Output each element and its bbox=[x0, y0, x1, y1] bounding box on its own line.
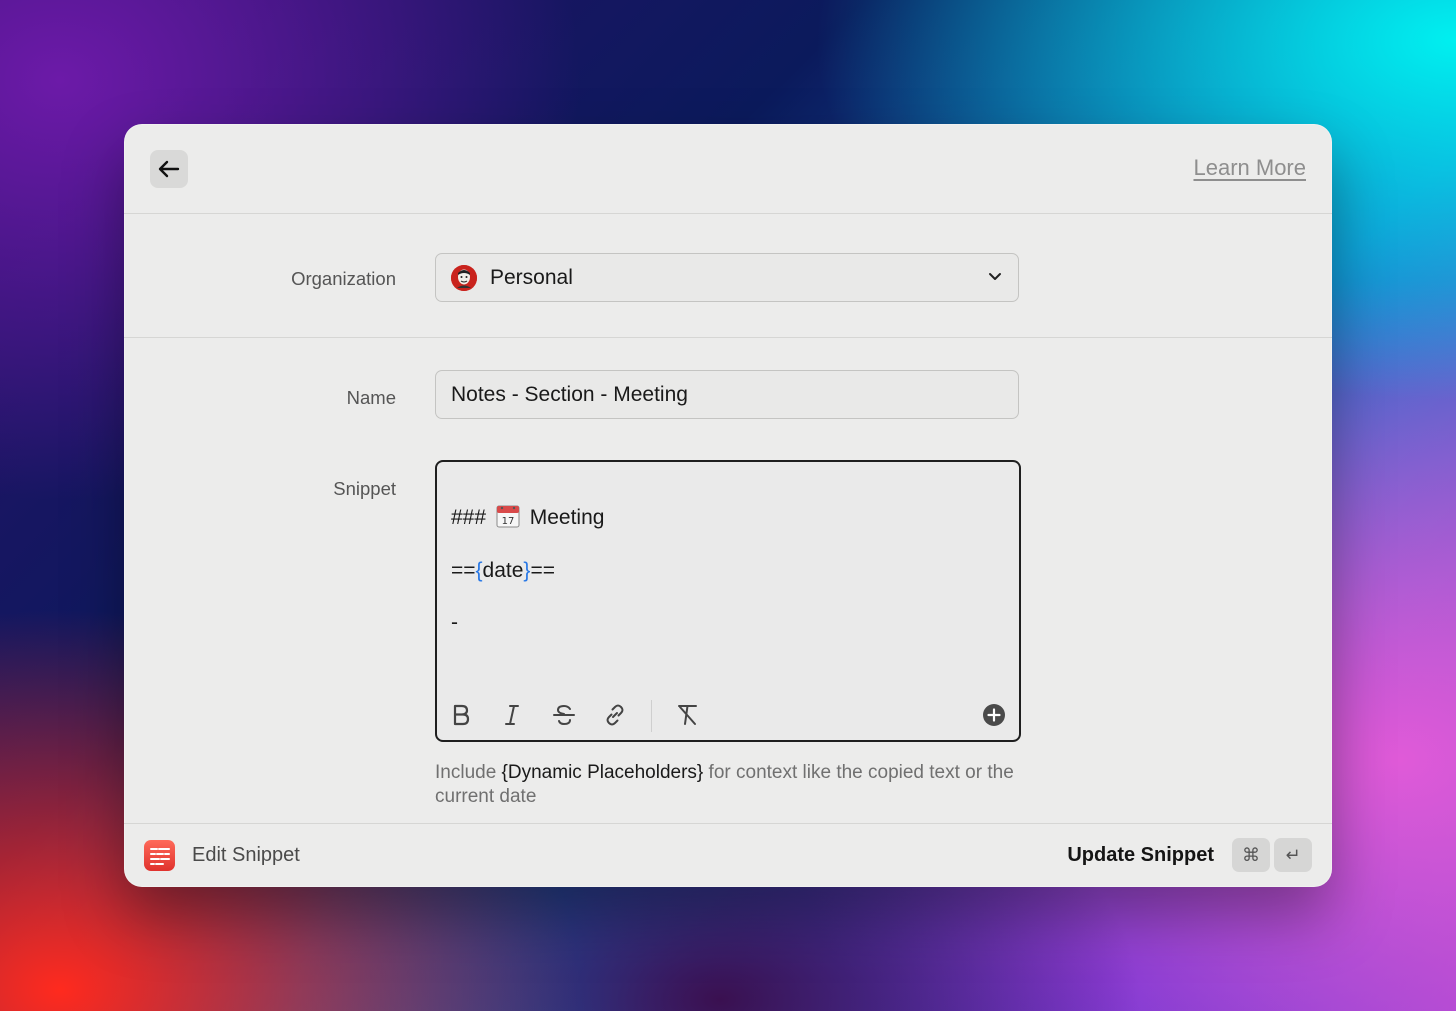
calendar-emoji-icon: 17 bbox=[496, 505, 520, 528]
placeholder-brace-open: { bbox=[475, 559, 483, 582]
snippet-heading-line: ### 17 Meeting bbox=[451, 504, 604, 530]
calendar-day: 17 bbox=[502, 516, 515, 527]
avatar bbox=[451, 264, 477, 291]
add-placeholder-button[interactable] bbox=[981, 702, 1007, 728]
snippet-app-icon bbox=[144, 840, 175, 871]
update-snippet-button[interactable]: Update Snippet bbox=[1067, 844, 1214, 867]
heading-prefix: ### bbox=[451, 506, 487, 529]
organization-label: Organization bbox=[291, 268, 396, 289]
date-placeholder[interactable]: date bbox=[483, 559, 524, 582]
name-label: Name bbox=[346, 387, 396, 408]
plus-circle-icon bbox=[983, 704, 1005, 726]
bold-icon bbox=[453, 704, 470, 726]
footer-title: Edit Snippet bbox=[192, 844, 300, 866]
helper-text-before: Include bbox=[435, 762, 502, 783]
organization-select[interactable]: Personal bbox=[435, 253, 1019, 302]
highlight-close: == bbox=[530, 559, 555, 582]
learn-more-link[interactable]: Learn More bbox=[1193, 155, 1306, 181]
snippet-date-line: =={date}== bbox=[451, 559, 555, 583]
clear-format-icon bbox=[678, 705, 697, 725]
strikethrough-button[interactable] bbox=[551, 702, 577, 728]
arrow-left-icon bbox=[158, 160, 180, 178]
clear-format-button[interactable] bbox=[675, 702, 701, 728]
organization-section: Organization Personal bbox=[124, 214, 1332, 338]
toolbar-divider bbox=[651, 700, 652, 732]
snippet-label: Snippet bbox=[333, 478, 396, 499]
edit-snippet-window: Learn More Organization Personal Name No… bbox=[124, 124, 1332, 887]
italic-button[interactable] bbox=[499, 702, 525, 728]
name-input[interactable]: Notes - Section - Meeting bbox=[435, 370, 1019, 419]
bold-button[interactable] bbox=[448, 702, 474, 728]
chevron-down-icon bbox=[989, 273, 1001, 280]
italic-icon bbox=[505, 705, 519, 725]
organization-value: Personal bbox=[490, 265, 573, 289]
heading-text: Meeting bbox=[529, 506, 605, 529]
footer-bar: Edit Snippet Update Snippet ⌘ ↵ bbox=[124, 823, 1332, 887]
strikethrough-icon bbox=[553, 704, 575, 726]
helper-placeholder-text: {Dynamic Placeholders} bbox=[501, 762, 704, 783]
back-button[interactable] bbox=[150, 150, 188, 188]
link-icon bbox=[606, 704, 624, 726]
snippet-helper-text: Include {Dynamic Placeholders} for conte… bbox=[435, 761, 1035, 809]
name-value: Notes - Section - Meeting bbox=[451, 382, 688, 406]
link-button[interactable] bbox=[602, 702, 628, 728]
snippet-bullet-line: - bbox=[451, 611, 458, 634]
shortcut-cmd-key: ⌘ bbox=[1232, 838, 1270, 872]
highlight-open: == bbox=[451, 559, 476, 582]
top-bar: Learn More bbox=[124, 124, 1332, 214]
shortcut-enter-key: ↵ bbox=[1274, 838, 1312, 872]
format-toolbar bbox=[437, 690, 1019, 740]
snippet-editor[interactable]: ### 17 Meeting =={date}== - bbox=[435, 460, 1021, 742]
